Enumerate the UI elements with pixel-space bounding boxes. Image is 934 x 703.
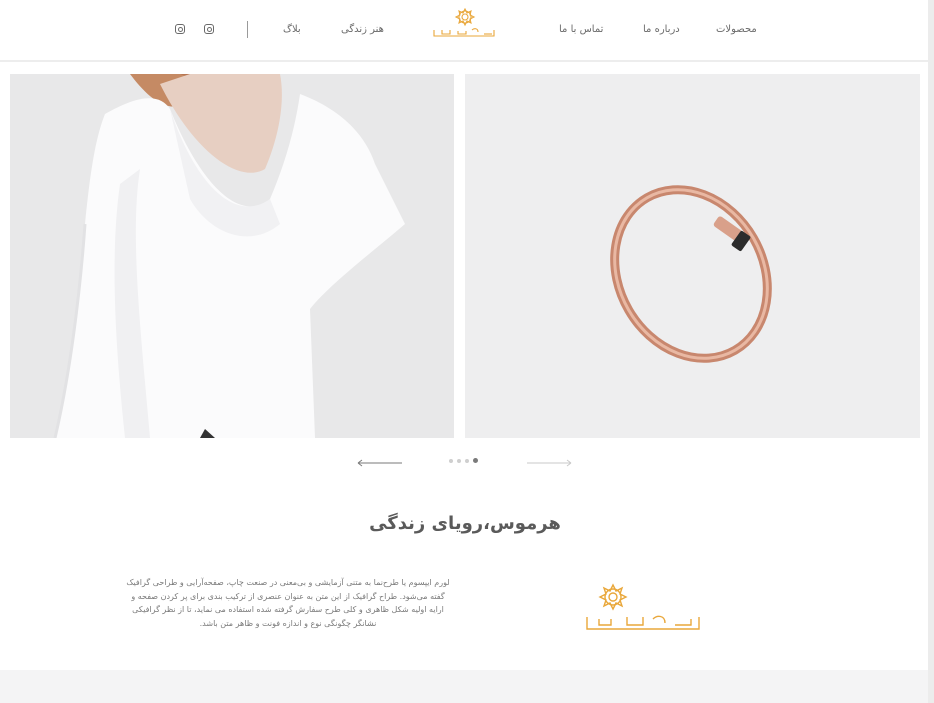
- slider-dot[interactable]: [449, 458, 453, 463]
- slider-pagination: [449, 458, 478, 463]
- slider-dot[interactable]: [457, 458, 461, 463]
- model-photo: [10, 74, 454, 438]
- instagram-icon[interactable]: [175, 24, 185, 34]
- slider-image-fashion: [10, 74, 454, 438]
- site-logo[interactable]: [430, 8, 500, 42]
- about-paragraph: لورم ایپسوم یا طرح‌نما به متنی آزمایشی و…: [108, 576, 468, 630]
- section-title: هرموس،رویای زندگی: [369, 513, 561, 534]
- slider-dot[interactable]: [465, 458, 469, 463]
- nav-divider: [247, 21, 248, 38]
- nav-link-products[interactable]: محصولات: [716, 24, 757, 35]
- instagram-icon[interactable]: [204, 24, 214, 34]
- about-line: لورم ایپسوم یا طرح‌نما به متنی آزمایشی و…: [126, 578, 450, 587]
- about-line: ارایه اولیه شکل ظاهری و کلی طرح سفارش گر…: [132, 605, 444, 614]
- about-line: گفته می‌شود. طراح گرافیک از این متن به ع…: [131, 591, 445, 601]
- arrow-right-icon[interactable]: [526, 459, 572, 467]
- site-header: محصولات درباره ما تماس با ما هنر زندگی ب…: [0, 0, 928, 62]
- brand-logo-large: [586, 583, 700, 630]
- about-line: نشانگر چگونگی نوع و اندازه فونت و ظاهر م…: [199, 618, 377, 628]
- arrow-left-icon[interactable]: [357, 459, 403, 467]
- nav-link-contact[interactable]: تماس با ما: [559, 24, 603, 35]
- nav-link-art-of-life[interactable]: هنر زندگی: [341, 24, 384, 35]
- nav-link-blog[interactable]: بلاگ: [283, 24, 301, 35]
- footer-band: [0, 670, 928, 703]
- slider-image-bracelet: [465, 74, 920, 438]
- slider-dot-active[interactable]: [473, 458, 478, 463]
- nav-link-about[interactable]: درباره ما: [643, 24, 680, 35]
- bracelet-photo: [465, 74, 920, 438]
- page-scrollbar[interactable]: [928, 0, 934, 703]
